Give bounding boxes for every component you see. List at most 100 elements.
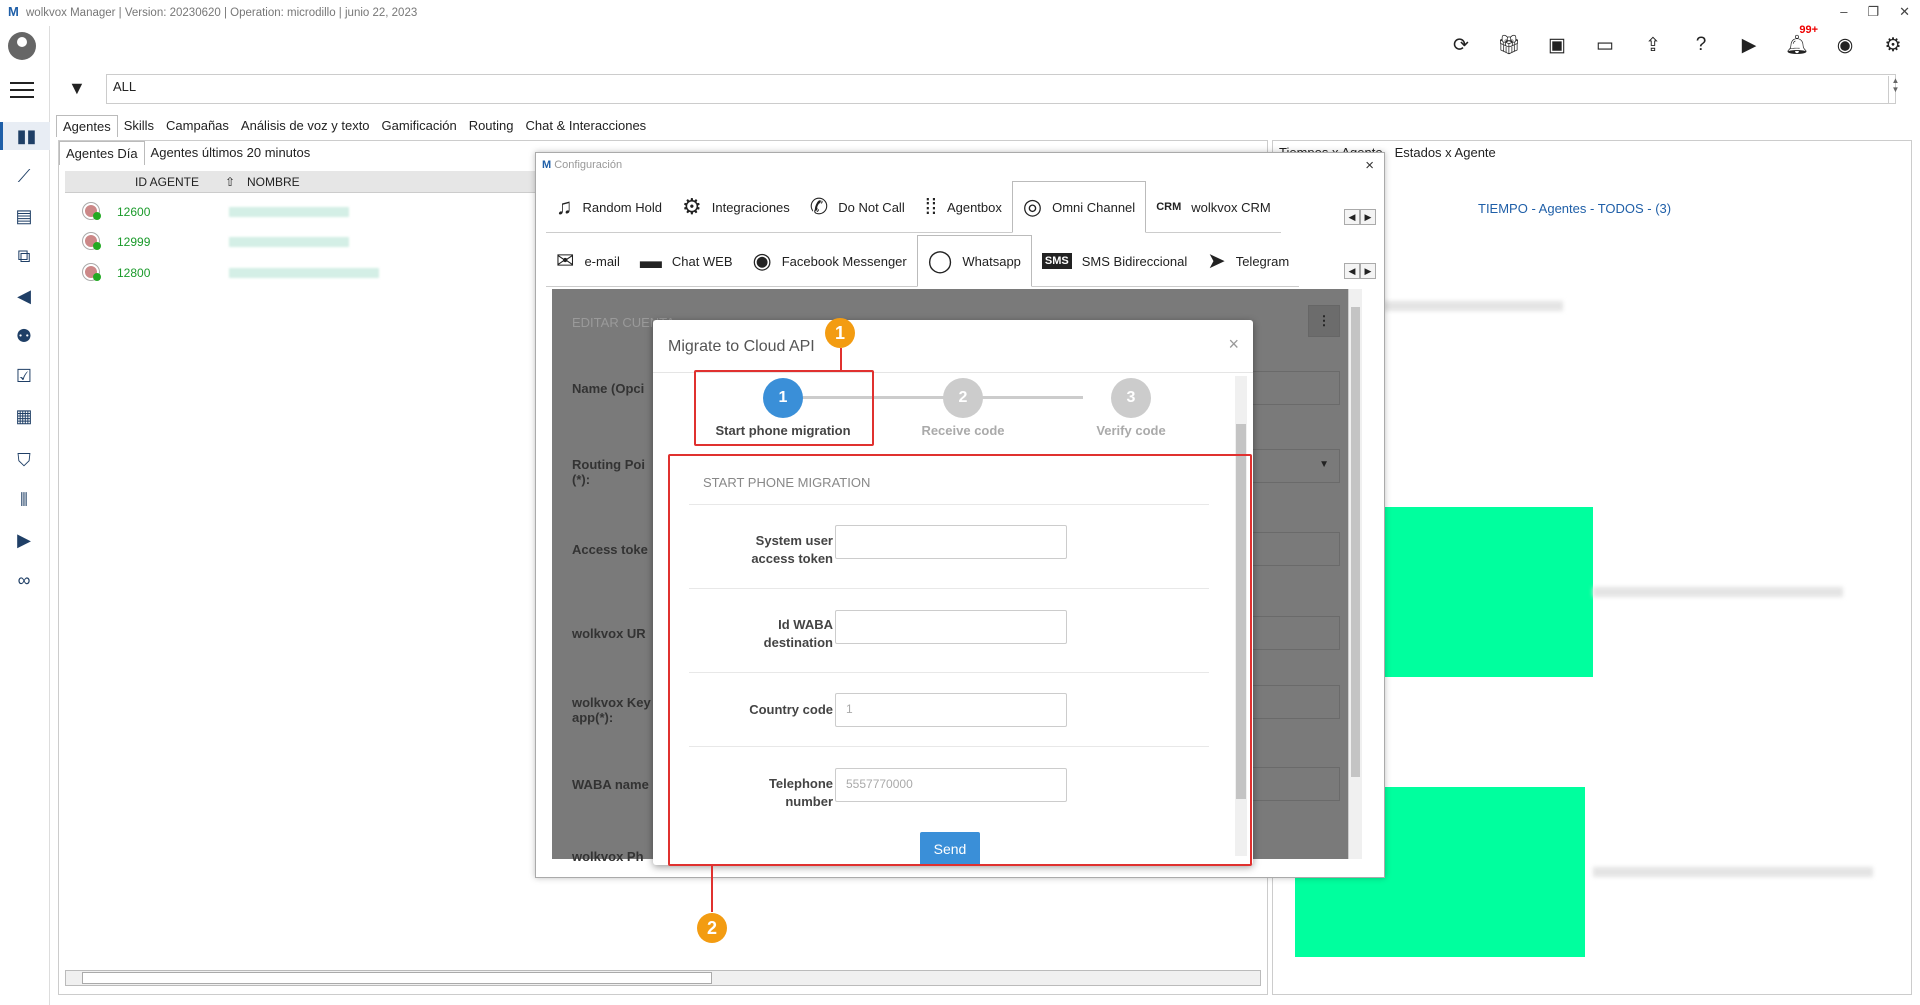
- blurred-label: [1593, 587, 1843, 597]
- agent-name-blurred: [229, 207, 349, 217]
- tab-whatsapp[interactable]: ◯ Whatsapp: [916, 235, 1032, 287]
- routing-icon[interactable]: ⧉: [10, 242, 38, 270]
- refresh-icon[interactable]: ⟳: [1448, 32, 1474, 58]
- campaign-icon[interactable]: ◀: [10, 282, 38, 310]
- tab-campanas[interactable]: Campañas: [160, 115, 235, 137]
- tab-do-not-call[interactable]: ✆ Do Not Call: [800, 181, 915, 233]
- modal-title: Migrate to Cloud API: [668, 338, 815, 355]
- col-id-agente[interactable]: ID AGENTE: [135, 175, 199, 189]
- tasks-icon[interactable]: ☑: [10, 362, 38, 390]
- step-2-label: Receive code: [921, 423, 1005, 438]
- help-icon[interactable]: ?: [1688, 32, 1714, 58]
- tab-chat[interactable]: Chat & Interacciones: [520, 115, 653, 137]
- minimize-button[interactable]: –: [1840, 4, 1847, 20]
- field-label: Name (Opci: [572, 381, 645, 396]
- sort-up-icon[interactable]: ⇧: [225, 175, 235, 189]
- tab-gamificacion[interactable]: Gamificación: [376, 115, 463, 137]
- tab-random-hold[interactable]: ♫ Random Hold: [546, 181, 672, 233]
- contacts-icon[interactable]: ▣: [1544, 32, 1570, 58]
- agent-id: 12600: [117, 205, 151, 219]
- title-bar: M wolkvox Manager | Version: 20230620 | …: [0, 0, 1920, 26]
- voicemail-icon[interactable]: ∞: [10, 566, 38, 594]
- calculator-icon[interactable]: ▦: [10, 402, 38, 430]
- field-label: wolkvox Ph: [572, 849, 644, 864]
- table-row[interactable]: 12600: [65, 197, 545, 227]
- callout-1: 1: [825, 318, 855, 348]
- tab-agentes[interactable]: Agentes: [56, 115, 118, 137]
- settings-icon[interactable]: ⚙: [1880, 32, 1906, 58]
- main-tabs: Agentes Skills Campañas Análisis de voz …: [56, 115, 652, 137]
- menu-icon[interactable]: [10, 82, 34, 100]
- callout-1-line: [840, 348, 842, 370]
- step-2-circle[interactable]: 2: [943, 378, 983, 418]
- filter-icon[interactable]: ▼: [68, 78, 86, 99]
- tab-email[interactable]: ✉ e-mail: [546, 235, 630, 287]
- agent-name-blurred: [229, 237, 349, 247]
- omni-icon: ◎: [1022, 194, 1043, 219]
- vertical-scrollbar[interactable]: [1348, 289, 1362, 859]
- music-icon: ♫: [556, 194, 573, 219]
- gear-icon: ⚙: [682, 194, 702, 219]
- blurred-label: [1383, 301, 1563, 311]
- more-options-icon[interactable]: ⋮: [1308, 305, 1340, 337]
- tab-routing[interactable]: Routing: [463, 115, 520, 137]
- video-icon[interactable]: ▶: [10, 526, 38, 554]
- modal-close-button[interactable]: ×: [1228, 334, 1239, 355]
- config-tabs-row1: ♫ Random Hold ⚙ Integraciones ✆ Do Not Call…: [546, 181, 1281, 233]
- voice-icon[interactable]: ⦀: [10, 486, 38, 514]
- col-nombre[interactable]: NOMBRE: [247, 175, 300, 189]
- horizontal-scrollbar[interactable]: [65, 970, 1261, 986]
- app-title: wolkvox Manager | Version: 20230620 | Op…: [26, 7, 418, 19]
- crm-icon: CRM: [1156, 201, 1182, 213]
- field-label: WABA name: [572, 777, 649, 792]
- shield-icon[interactable]: ⛉: [10, 446, 38, 474]
- step-highlight-box: [694, 370, 874, 446]
- id-card-icon[interactable]: ▭: [1592, 32, 1618, 58]
- messenger-icon: ◉: [752, 248, 772, 273]
- bell-icon[interactable]: 🔔︎ 99+: [1784, 24, 1818, 58]
- dashboard-icon[interactable]: ▮▮: [0, 122, 50, 150]
- tab-scroll-arrows[interactable]: ◀ ▶: [1344, 209, 1376, 225]
- form-highlight-box: [668, 454, 1252, 866]
- upload-icon[interactable]: ⇪: [1640, 32, 1666, 58]
- table-row[interactable]: 12999: [65, 227, 545, 257]
- tab-agentbox[interactable]: ⁞⁞ Agentbox: [915, 181, 1012, 233]
- analytics-icon[interactable]: ⟋: [10, 162, 38, 190]
- email-icon: ✉: [556, 248, 575, 273]
- tab-chat-web[interactable]: ▬ Chat WEB: [630, 235, 743, 287]
- tab-telegram[interactable]: ➤ Telegram: [1197, 235, 1299, 287]
- tab-analisis[interactable]: Análisis de voz y texto: [235, 115, 376, 137]
- filter-input[interactable]: ALL: [106, 74, 1896, 104]
- account-icon[interactable]: ◉: [1832, 32, 1858, 58]
- whatsapp-icon: ◯: [927, 248, 953, 273]
- agent-id: 12800: [117, 266, 151, 280]
- chat-icon: ▬: [639, 248, 662, 273]
- tab-sms[interactable]: SMS SMS Bidireccional: [1032, 235, 1197, 287]
- tab-wolkvox-crm[interactable]: CRM wolkvox CRM: [1146, 181, 1281, 233]
- step-3-label: Verify code: [1096, 423, 1166, 438]
- tab-integraciones[interactable]: ⚙ Integraciones: [672, 181, 800, 233]
- tab-skills[interactable]: Skills: [118, 115, 160, 137]
- restore-button[interactable]: ❐: [1867, 4, 1879, 20]
- phone-block-icon: ✆: [809, 194, 829, 219]
- tab-estados[interactable]: Estados x Agente: [1389, 141, 1502, 164]
- tab-facebook-messenger[interactable]: ◉ Facebook Messenger: [743, 235, 917, 287]
- field-label: Access toke: [572, 542, 648, 557]
- youtube-icon[interactable]: ▶: [1736, 32, 1762, 58]
- table-row[interactable]: 12800: [65, 258, 545, 288]
- users-icon[interactable]: ⚉: [10, 322, 38, 350]
- step-3-circle[interactable]: 3: [1111, 378, 1151, 418]
- config-close-button[interactable]: ×: [1365, 157, 1374, 174]
- filter-bar: ▼ ALL ▲ ▼: [58, 64, 1908, 108]
- agent-avatar-icon: [83, 264, 101, 281]
- reports-icon[interactable]: ▤: [10, 202, 38, 230]
- gift-icon[interactable]: 🎁︎: [1496, 32, 1522, 58]
- filter-spinner[interactable]: ▲ ▼: [1888, 76, 1902, 104]
- close-window-button[interactable]: ✕: [1899, 4, 1910, 20]
- subtab-agentes-dia[interactable]: Agentes Día: [59, 141, 145, 165]
- tab-scroll-arrows[interactable]: ◀ ▶: [1344, 263, 1376, 279]
- notification-badge: 99+: [1799, 24, 1818, 36]
- tab-omni-channel[interactable]: ◎ Omni Channel: [1011, 181, 1147, 233]
- subtab-agentes-20min[interactable]: Agentes últimos 20 minutos: [145, 141, 317, 165]
- user-avatar-icon[interactable]: [8, 32, 36, 60]
